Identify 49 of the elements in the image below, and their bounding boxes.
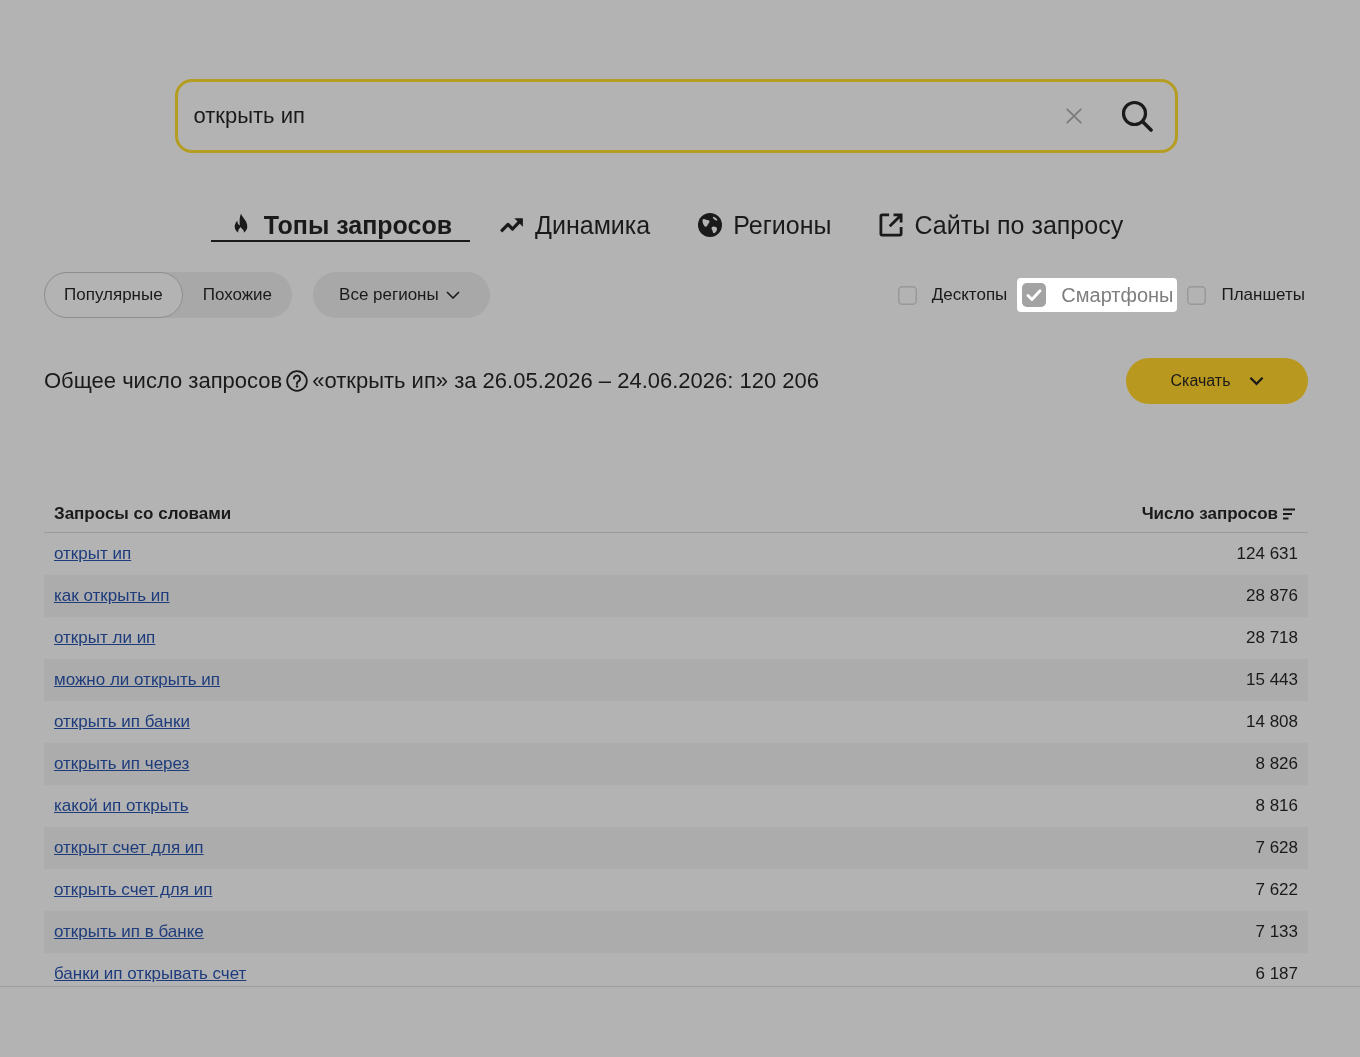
query-count: 124 631 <box>1236 544 1298 564</box>
segment-button[interactable]: Популярные <box>44 272 183 318</box>
device-checkbox-option[interactable]: Смартфоны <box>1017 278 1178 312</box>
summary-label: Общее число запросов <box>44 368 283 394</box>
help-icon[interactable] <box>286 370 309 392</box>
query-count: 7 628 <box>1255 838 1298 858</box>
close-icon[interactable] <box>1064 107 1083 125</box>
tab[interactable]: Топы запросов <box>210 210 471 242</box>
download-button[interactable]: Скачать <box>1126 358 1308 404</box>
globe-icon <box>698 213 723 237</box>
checkbox[interactable] <box>1187 285 1207 305</box>
column-header: Запросы со словами <box>54 503 232 524</box>
query-count: 7 622 <box>1255 880 1298 900</box>
query-count: 6 187 <box>1255 964 1298 984</box>
checkbox[interactable] <box>1022 283 1047 307</box>
tab[interactable]: Регионы <box>680 210 850 242</box>
summary-text: «открыть ип» за 26.05.2026 – 24.06.2026: 120 206 <box>312 368 819 394</box>
query-link[interactable]: открыть ип банки <box>54 712 190 732</box>
query-link[interactable]: открыть счет для ип <box>54 880 213 900</box>
checkbox[interactable] <box>897 285 917 305</box>
query-count: 8 826 <box>1255 754 1298 774</box>
query-link[interactable]: открыт ип <box>54 544 132 564</box>
device-checkbox-option[interactable]: Планшеты <box>1184 281 1308 309</box>
column-header[interactable]: Число запросов <box>1141 503 1278 524</box>
region-dropdown[interactable]: Все регионы <box>313 272 490 318</box>
segment-button[interactable]: Похожие <box>182 272 293 318</box>
query-count: 28 718 <box>1246 628 1298 648</box>
query-link[interactable]: открыт счет для ип <box>54 838 204 858</box>
chevron-down-icon <box>1248 376 1264 386</box>
query-count: 8 816 <box>1255 796 1298 816</box>
query-link[interactable]: можно ли открыть ип <box>54 670 221 690</box>
search-field[interactable]: открыть ип <box>174 79 1178 153</box>
device-checkbox-option[interactable]: Десктопы <box>894 281 1011 309</box>
search-icon[interactable] <box>1120 100 1153 132</box>
query-link[interactable]: открыть ип через <box>54 754 190 774</box>
query-count: 14 808 <box>1246 712 1298 732</box>
query-link[interactable]: какой ип открыть <box>54 796 189 816</box>
query-link[interactable]: как открыть ип <box>54 586 170 606</box>
query-link[interactable]: открыть ип в банке <box>54 922 204 942</box>
tab[interactable]: Сайты по запросу <box>861 210 1142 242</box>
query-link[interactable]: банки ип открывать счет <box>54 964 247 984</box>
query-count: 7 133 <box>1255 922 1298 942</box>
caret-icon <box>445 291 460 299</box>
query-count: 28 876 <box>1246 586 1298 606</box>
external-link-icon <box>879 213 904 237</box>
tab[interactable]: Динамика <box>482 210 669 242</box>
query-count: 15 443 <box>1246 670 1298 690</box>
query-link[interactable]: открыт ли ип <box>54 628 156 648</box>
sort-icon[interactable] <box>1283 507 1295 520</box>
